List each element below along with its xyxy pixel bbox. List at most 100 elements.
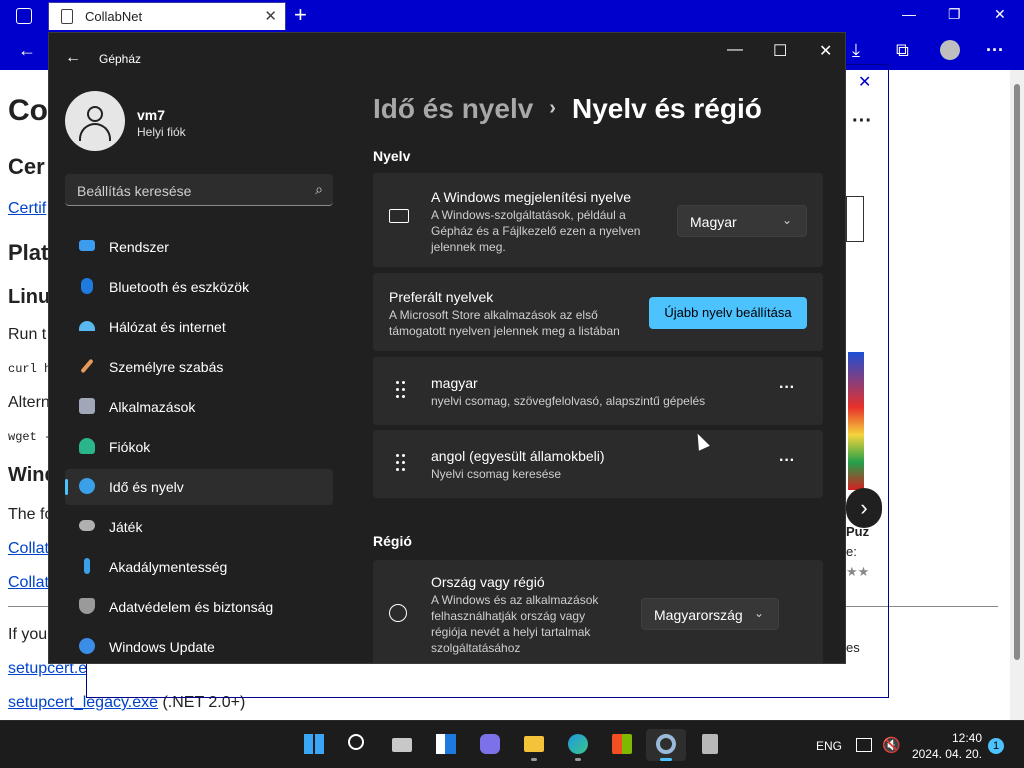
settings-app-title: Gépház <box>99 52 142 66</box>
cert-link[interactable]: Certif <box>8 200 46 218</box>
region-section-title: Régió <box>373 533 412 549</box>
game-thumbnail[interactable] <box>848 352 864 490</box>
store-button[interactable] <box>602 729 642 761</box>
file-explorer-button[interactable] <box>514 729 554 761</box>
settings-back-icon[interactable]: ← <box>65 49 81 67</box>
display-language-dropdown[interactable]: Magyar ⌄ <box>677 205 807 237</box>
preferred-languages-title: Preferált nyelvek <box>389 289 494 305</box>
nav-item-windows-update[interactable]: Windows Update <box>65 629 333 663</box>
clock-date[interactable]: 2024. 04. 20. <box>900 747 982 761</box>
collections-icon[interactable]: ⧉ <box>896 40 909 61</box>
volume-muted-icon[interactable]: 🔇 <box>882 736 901 754</box>
country-region-dropdown[interactable]: Magyarország ⌄ <box>641 598 779 630</box>
display-language-title: A Windows megjelenítési nyelve <box>431 189 631 205</box>
taskbar-search-button[interactable] <box>338 729 378 761</box>
widgets-button[interactable] <box>426 729 466 761</box>
language-item-hungarian[interactable]: magyar nyelvi csomag, szövegfelolvasó, a… <box>373 357 823 425</box>
collabnet-link-1[interactable]: Collat <box>8 540 49 558</box>
settings-taskbar-button[interactable] <box>646 729 686 761</box>
notification-badge[interactable]: 1 <box>988 738 1004 754</box>
browser-titlebar: CollabNet ✕ + — ❐ ✕ <box>0 0 1024 32</box>
nav-label: Fiókok <box>109 439 151 455</box>
run-text: Run t <box>8 326 47 343</box>
nav-label: Bluetooth és eszközök <box>109 279 250 295</box>
globe-icon <box>389 604 407 622</box>
start-button[interactable] <box>294 729 334 761</box>
active-indicator <box>65 479 68 495</box>
add-language-button[interactable]: Újabb nyelv beállítása <box>649 297 807 329</box>
drag-handle-icon[interactable] <box>395 454 407 472</box>
search-placeholder: Beállítás keresése <box>77 183 192 199</box>
store-close-icon[interactable]: ✕ <box>858 72 871 92</box>
back-icon[interactable]: ← <box>18 40 36 61</box>
curl-code: curl h <box>8 362 52 376</box>
store-dropdown[interactable] <box>846 196 864 242</box>
store-icon <box>612 734 632 754</box>
person-icon <box>79 438 95 454</box>
nav-label: Adatvédelem és biztonság <box>109 599 274 615</box>
globe-clock-icon <box>79 478 95 494</box>
input-language-indicator[interactable]: ENG <box>816 739 842 753</box>
browser-close-button[interactable]: ✕ <box>994 6 1006 23</box>
browser-maximize-button[interactable]: ❐ <box>948 6 961 23</box>
nav-label: Idő és nyelv <box>109 479 184 495</box>
task-view-button[interactable] <box>382 729 422 761</box>
section-heading-cert: Cer <box>8 154 45 179</box>
clock-time[interactable]: 12:40 <box>912 731 982 745</box>
settings-search-input[interactable]: Beállítás keresése ⌕ <box>65 174 333 206</box>
language-detail: Nyelvi csomag keresése <box>431 467 562 481</box>
nav-item-accessibility[interactable]: Akadálymentesség <box>65 549 333 585</box>
settings-minimize-button[interactable]: — <box>727 41 743 59</box>
browser-minimize-button[interactable]: — <box>902 6 916 22</box>
profile-avatar[interactable] <box>940 40 960 60</box>
app-taskbar-button[interactable] <box>690 729 730 761</box>
page-scrollbar[interactable] <box>1010 70 1024 720</box>
nav-item-bluetooth[interactable]: Bluetooth és eszközök <box>65 269 333 305</box>
breadcrumb-parent[interactable]: Idő és nyelv <box>373 93 533 124</box>
settings-scrollbar[interactable] <box>845 153 846 653</box>
collabnet-link-2[interactable]: Collat <box>8 574 49 592</box>
language-item-english[interactable]: angol (egyesült államokbeli) Nyelvi csom… <box>373 430 823 498</box>
settings-maximize-button[interactable]: ☐ <box>773 41 787 61</box>
tab-actions-icon[interactable] <box>16 8 32 24</box>
nav-item-accounts[interactable]: Fiókok <box>65 429 333 465</box>
edge-button[interactable] <box>558 729 598 761</box>
alternative-text: Altern <box>8 394 50 411</box>
country-region-card: Ország vagy régió A Windows és az alkalm… <box>373 560 823 663</box>
avatar-head <box>87 106 103 122</box>
user-avatar[interactable] <box>65 91 125 151</box>
language-name: angol (egyesült államokbeli) <box>431 448 605 464</box>
following-text: The fo <box>8 506 54 523</box>
more-options-icon[interactable]: ··· <box>779 379 795 397</box>
network-icon[interactable] <box>856 738 872 752</box>
nav-item-gaming[interactable]: Játék <box>65 509 333 545</box>
accessibility-icon <box>84 558 90 574</box>
drag-handle-icon[interactable] <box>395 381 407 399</box>
nav-item-time-language[interactable]: Idő és nyelv <box>65 469 333 505</box>
preferred-languages-desc: A Microsoft Store alkalmazások az első t… <box>389 308 620 338</box>
gamepad-icon <box>79 520 95 531</box>
folder-icon <box>524 736 544 752</box>
downloads-icon[interactable]: ⤓ <box>852 40 860 61</box>
nav-label: Akadálymentesség <box>109 559 228 575</box>
search-icon: ⌕ <box>315 181 323 197</box>
nav-item-personalization[interactable]: Személyre szabás <box>65 349 333 385</box>
breadcrumb: Idő és nyelv › Nyelv és régió <box>373 93 762 125</box>
browser-tab[interactable]: CollabNet ✕ <box>48 2 286 30</box>
tab-close-icon[interactable]: ✕ <box>264 7 277 25</box>
nav-item-apps[interactable]: Alkalmazások <box>65 389 333 425</box>
page-heading: Co <box>8 94 48 127</box>
carousel-next-button[interactable]: › <box>846 488 882 528</box>
chat-button[interactable] <box>470 729 510 761</box>
settings-close-button[interactable]: ✕ <box>819 41 832 61</box>
nav-item-privacy[interactable]: Adatvédelem és biztonság <box>65 589 333 625</box>
store-more-icon[interactable]: ··· <box>852 110 872 133</box>
scroll-thumb[interactable] <box>1014 84 1020 660</box>
browser-more-icon[interactable]: ··· <box>986 40 1004 61</box>
apps-icon <box>79 398 95 414</box>
more-options-icon[interactable]: ··· <box>779 452 795 470</box>
new-tab-button[interactable]: + <box>294 3 307 27</box>
nav-item-system[interactable]: Rendszer <box>65 229 333 265</box>
nav-item-network[interactable]: Hálózat és internet <box>65 309 333 345</box>
user-name: vm7 <box>137 107 166 123</box>
